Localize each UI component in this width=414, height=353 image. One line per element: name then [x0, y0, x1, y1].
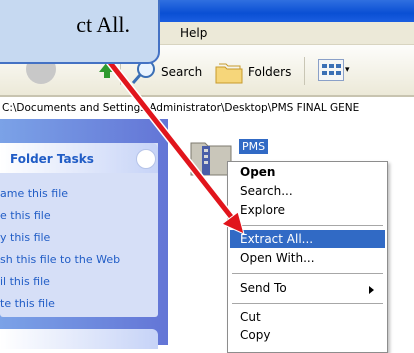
menu-item-cut[interactable]: Cut [240, 310, 261, 324]
menu-item-explore[interactable]: Explore [240, 203, 285, 217]
instruction-callout: ct All. [0, 0, 160, 64]
address-bar[interactable]: C:\Documents and Settings\Administrator\… [0, 96, 414, 120]
task-copy[interactable]: y this file [0, 231, 50, 244]
folder-tasks-title: Folder Tasks [10, 152, 94, 166]
menu-item-open-with[interactable]: Open With... [240, 251, 315, 265]
task-publish[interactable]: sh this file to the Web [0, 253, 120, 266]
menu-item-search[interactable]: Search... [240, 184, 293, 198]
details-panel-header[interactable] [0, 329, 158, 349]
folder-tasks-panel: Folder Tasks ame this file e this file y… [0, 143, 158, 317]
menu-separator [232, 225, 383, 226]
task-move[interactable]: e this file [0, 209, 51, 222]
task-pane: Folder Tasks ame this file e this file y… [0, 119, 168, 349]
up-folder-icon[interactable] [98, 61, 116, 82]
submenu-arrow-icon [369, 286, 374, 294]
menu-item-extract-all[interactable]: Extract All... [240, 232, 313, 246]
views-dropdown-icon[interactable]: ▾ [345, 65, 350, 75]
menu-item-open[interactable]: Open [240, 165, 275, 179]
task-rename[interactable]: ame this file [0, 187, 68, 200]
menu-separator [232, 303, 383, 304]
folders-label: Folders [248, 65, 292, 79]
collapse-chevron-icon[interactable] [136, 149, 156, 169]
menu-separator [232, 273, 383, 274]
file-name-label[interactable]: PMS [239, 139, 269, 154]
task-email[interactable]: il this file [0, 275, 50, 288]
menu-help[interactable]: Help [180, 26, 207, 40]
folders-button[interactable]: Folders [214, 59, 291, 85]
folders-icon [215, 63, 243, 84]
search-label: Search [161, 65, 203, 79]
folder-tasks-header[interactable]: Folder Tasks [0, 143, 158, 173]
menu-item-send-to[interactable]: Send To [240, 281, 287, 295]
context-menu: Open Search... Explore Extract All... Op… [227, 161, 388, 353]
menu-item-copy[interactable]: Copy [240, 328, 270, 342]
views-icon[interactable] [318, 59, 344, 81]
callout-text: ct All. [76, 12, 130, 37]
toolbar-separator [304, 57, 305, 85]
task-delete[interactable]: te this file [0, 297, 55, 310]
